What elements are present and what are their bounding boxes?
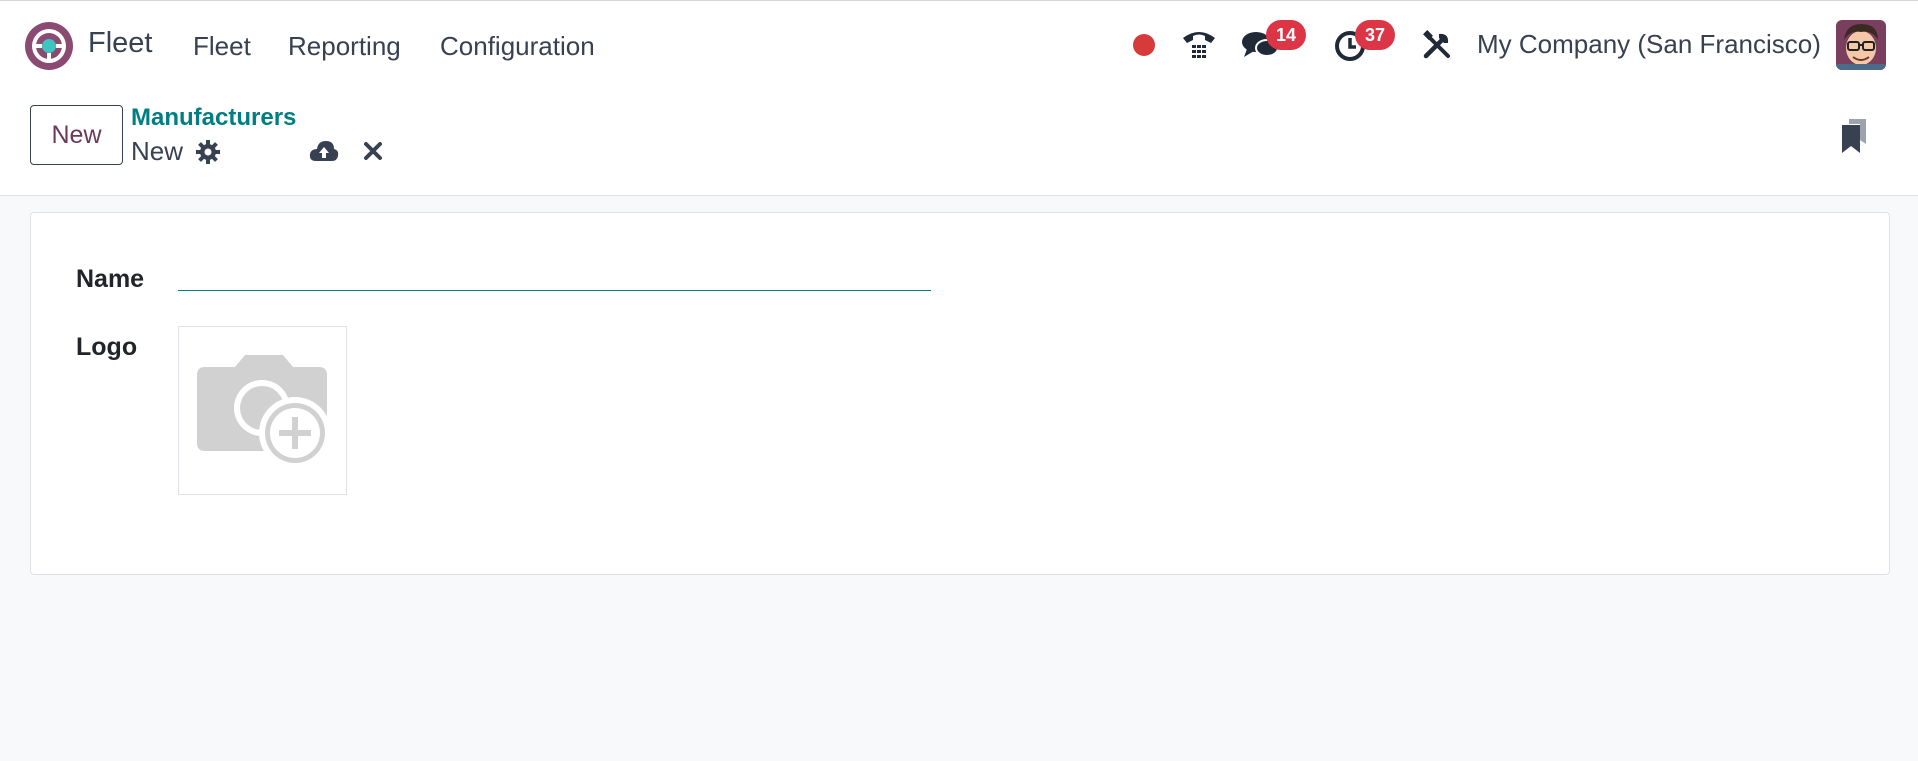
close-icon[interactable] (363, 141, 383, 166)
user-avatar[interactable] (1836, 20, 1886, 70)
activities-count-badge: 37 (1355, 20, 1395, 50)
breadcrumb-manufacturers[interactable]: Manufacturers (131, 104, 296, 132)
status-dot-icon[interactable] (1133, 34, 1155, 61)
tools-icon[interactable] (1422, 30, 1452, 65)
control-panel: New Manufacturers New (0, 88, 1918, 196)
fleet-logo-icon[interactable] (23, 20, 75, 72)
menu-fleet[interactable]: Fleet (193, 31, 251, 62)
messages-count-badge: 14 (1266, 20, 1306, 50)
company-switcher[interactable]: My Company (San Francisco) (1477, 29, 1821, 60)
gear-icon[interactable] (196, 140, 220, 169)
phone-icon[interactable] (1181, 28, 1217, 65)
camera-add-icon (196, 354, 331, 469)
logo-upload[interactable] (178, 326, 347, 495)
form-sheet: Name Logo (30, 212, 1890, 575)
logo-label: Logo (76, 333, 138, 361)
name-input[interactable] (178, 253, 931, 291)
breadcrumb-current: New (131, 136, 184, 166)
menu-configuration[interactable]: Configuration (440, 31, 595, 62)
menu-reporting[interactable]: Reporting (288, 31, 401, 62)
app-name[interactable]: Fleet (88, 27, 152, 60)
cloud-upload-icon[interactable] (309, 139, 339, 168)
bookmark-icon[interactable] (1840, 118, 1868, 159)
top-navbar: Fleet Fleet Reporting Configuration 14 3… (0, 0, 1918, 88)
name-label: Name (76, 265, 145, 293)
new-button[interactable]: New (30, 105, 123, 165)
